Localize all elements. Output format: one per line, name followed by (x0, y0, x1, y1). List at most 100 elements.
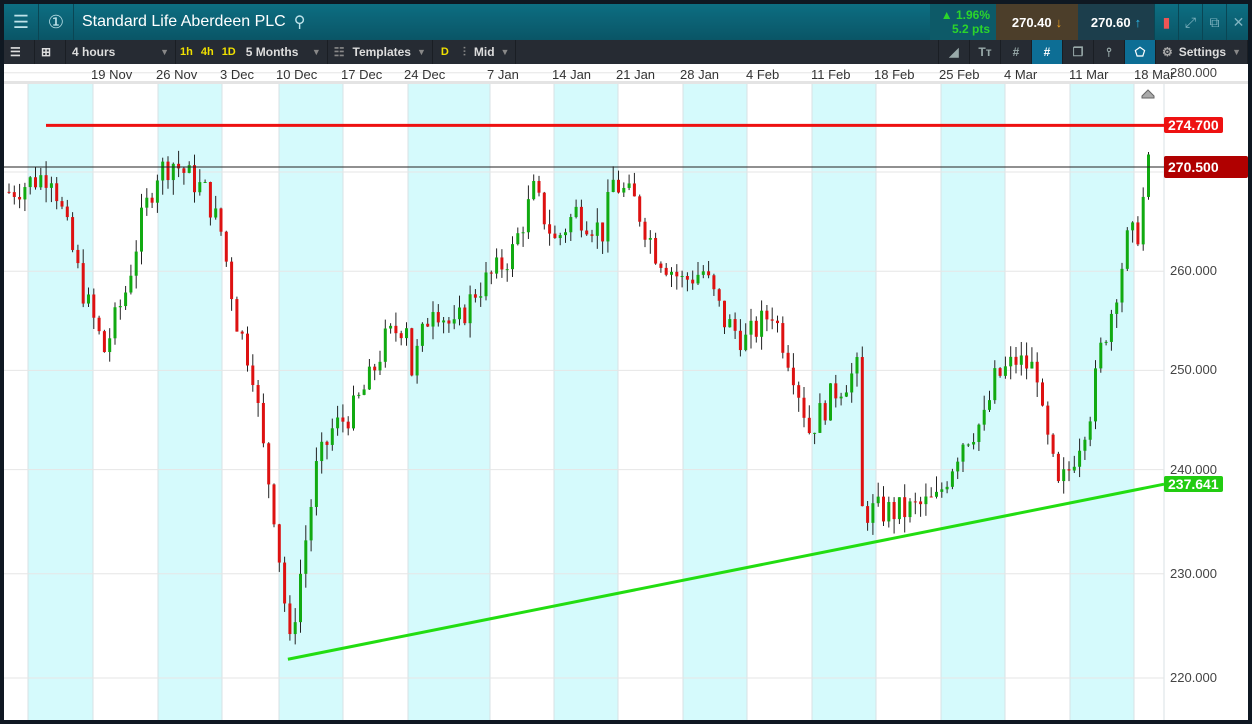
date-tick: 19 Nov (91, 67, 133, 82)
range-select[interactable]: 5 Months ▼ (240, 40, 328, 64)
candle-down (436, 312, 440, 323)
price-chart[interactable]: 19 Nov 26 Nov 3 Dec 10 Dec 17 Dec 24 Dec 7 Jan… (4, 64, 1248, 720)
sell-button[interactable]: 270.40 ↓ (996, 4, 1078, 40)
candle-up (357, 394, 361, 396)
price-tick: 280.000 (1170, 64, 1217, 80)
list-icon[interactable]: ☰ (4, 40, 35, 64)
candle-up (897, 497, 901, 520)
copy-icon[interactable]: ❐ (1061, 40, 1093, 64)
date-tick: 25 Feb (939, 67, 980, 82)
grid-draw-icon[interactable]: # (1030, 40, 1062, 64)
candle-down (723, 300, 726, 328)
candle-up (113, 307, 117, 339)
candle-up (850, 373, 854, 393)
candle-up (977, 424, 981, 442)
candle-down (579, 206, 583, 231)
candle-up (23, 187, 27, 200)
candle-down (463, 307, 467, 324)
candle-up (595, 222, 599, 236)
close-icon[interactable]: ✕ (1226, 4, 1250, 40)
candle-up (431, 312, 435, 327)
candle-down (219, 208, 223, 232)
candle-down (1025, 355, 1029, 369)
change-points: 5.2 pts (951, 22, 990, 36)
date-tick: 11 Mar (1069, 67, 1109, 82)
candle-up (558, 235, 562, 239)
candle-up (362, 389, 366, 395)
templates-select[interactable]: ☷ Templates ▼ (328, 40, 433, 64)
candle-down (240, 331, 244, 334)
candle-down (733, 319, 737, 331)
interval-select[interactable]: 4 hours ▼ (66, 40, 176, 64)
grid-icon[interactable]: # (999, 40, 1031, 64)
candle-up (458, 307, 461, 320)
candle-up (844, 392, 848, 397)
candle-up (839, 396, 843, 399)
link-group-icon[interactable]: ① (39, 4, 74, 40)
date-tick: 4 Mar (1004, 67, 1038, 82)
candle-up (484, 272, 488, 297)
candle-down (1046, 405, 1050, 435)
candle-down (272, 484, 276, 525)
candle-up (611, 179, 615, 192)
candle-down (224, 231, 228, 262)
candle-up (728, 319, 732, 328)
chevron-down-icon: ▼ (416, 47, 426, 57)
indicator-icon[interactable]: ⫯ (1092, 40, 1124, 64)
tag-icon[interactable]: ⬠ (1123, 40, 1155, 64)
candle-up (452, 319, 456, 324)
menu-icon[interactable]: ☰ (4, 4, 39, 40)
chevron-down-icon: ▼ (311, 47, 321, 57)
candle-up (648, 237, 652, 240)
candle-up (569, 217, 573, 233)
candle-up (1099, 342, 1103, 369)
candle-up (442, 320, 446, 323)
search-icon[interactable]: ⚲ (294, 12, 306, 32)
candle-down (643, 221, 647, 240)
candle-up (1072, 466, 1076, 471)
candle-down (823, 403, 827, 421)
instrument-title[interactable]: Standard Life Aberdeen PLC (82, 13, 286, 31)
candle-up (479, 296, 483, 298)
candle-down (807, 417, 811, 434)
candle-up (982, 409, 986, 425)
candle-up (749, 320, 753, 335)
candle-down (65, 206, 69, 218)
candle-down (1067, 469, 1071, 471)
candle-down (208, 182, 212, 218)
candle-up (532, 181, 536, 200)
candle-up (495, 257, 499, 274)
candle-down (659, 263, 663, 268)
chart-canvas[interactable] (4, 64, 1248, 720)
candle-down (1035, 361, 1039, 383)
candle-down (1041, 382, 1044, 406)
price-type-select[interactable]: ⫶ Mid ▼ (457, 40, 517, 64)
candle-down (685, 276, 689, 280)
settings-button[interactable]: ⚙ Settings ▼ (1154, 40, 1248, 64)
daily-toggle[interactable]: D (433, 46, 457, 58)
candle-down (18, 196, 22, 200)
candle-up (203, 182, 207, 184)
quick-4h[interactable]: 4h (197, 46, 218, 58)
candle-up (304, 540, 308, 574)
price-tick: 230.000 (1170, 565, 1217, 581)
buy-button[interactable]: 270.60 ↑ (1078, 4, 1154, 40)
candle-down (150, 197, 154, 203)
popout-icon[interactable]: ⧉ (1202, 4, 1226, 40)
week-shading (408, 84, 490, 720)
quick-1d[interactable]: 1D (218, 46, 240, 58)
draw-line-icon[interactable]: ◢ (937, 40, 969, 64)
candle-down (177, 163, 181, 169)
expand-icon[interactable]: ⤢ (1178, 4, 1202, 40)
signal-strength-icon: ▮ (1154, 4, 1178, 40)
candle-up (378, 361, 382, 371)
layout-icon[interactable]: ⊞ (35, 40, 66, 64)
text-icon[interactable]: Tт (968, 40, 1000, 64)
candle-down (92, 294, 96, 318)
candle-down (256, 385, 260, 403)
quick-1h[interactable]: 1h (176, 46, 197, 58)
candle-down (346, 421, 350, 429)
chart-toolbar: ☰ ⊞ 4 hours ▼ 1h 4h 1D 5 Months ▼ ☷ Templat… (4, 40, 1248, 64)
candle-down (712, 275, 716, 290)
templates-label: Templates (352, 45, 411, 59)
